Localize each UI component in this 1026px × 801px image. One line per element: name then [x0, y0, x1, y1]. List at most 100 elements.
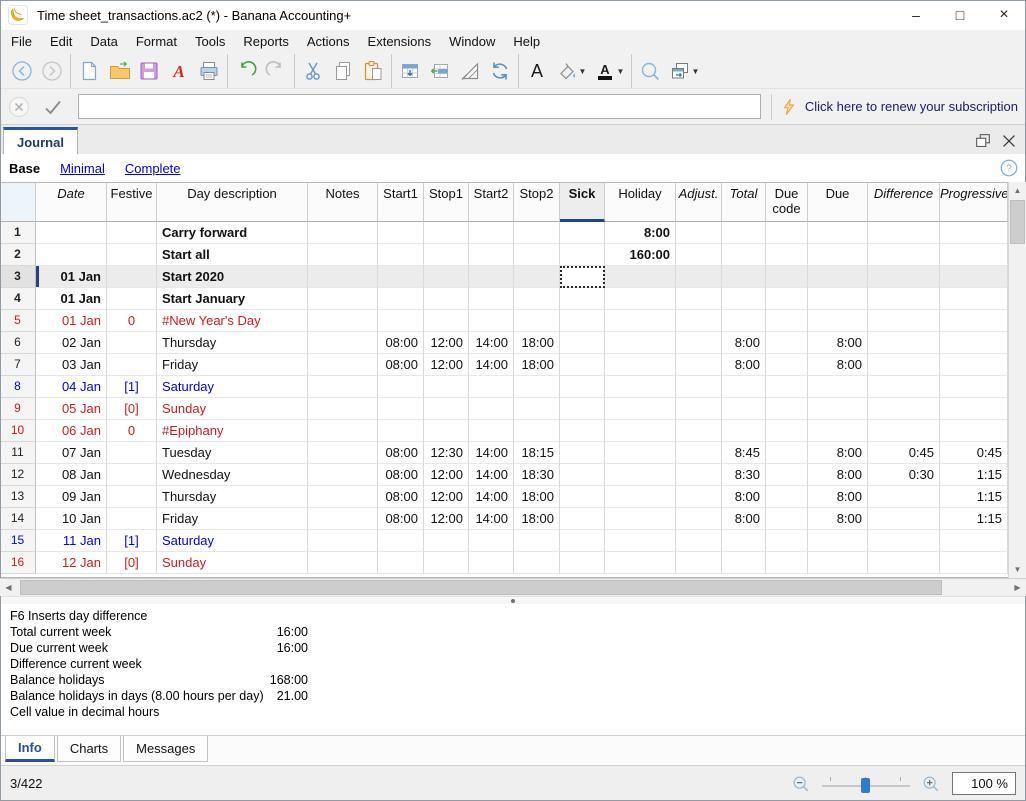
col-header-progressive[interactable]: Progressive [940, 183, 1008, 222]
cell-notes[interactable] [308, 266, 378, 288]
cell-desc[interactable]: #Epiphany [157, 420, 308, 442]
cell-sick[interactable] [560, 376, 605, 398]
cell-due[interactable] [808, 552, 868, 574]
cell-progressive[interactable]: 1:15 [940, 486, 1008, 508]
cell-desc[interactable]: Tuesday [157, 442, 308, 464]
minimize-button[interactable]: – [894, 0, 938, 30]
cell-due_code[interactable] [766, 552, 808, 574]
cell-desc[interactable]: Start 2020 [157, 266, 308, 288]
cell-date[interactable]: 08 Jan [36, 464, 107, 486]
cell-date[interactable]: 07 Jan [36, 442, 107, 464]
view-link-minimal[interactable]: Minimal [60, 161, 105, 176]
cell-progressive[interactable] [940, 266, 1008, 288]
cell-sick[interactable] [560, 288, 605, 310]
cell-due[interactable] [808, 310, 868, 332]
menu-reports[interactable]: Reports [234, 30, 298, 54]
cell-sick[interactable] [560, 222, 605, 244]
cell-total[interactable]: 8:00 [722, 486, 766, 508]
cell-adjust[interactable] [676, 508, 722, 530]
cell-progressive[interactable]: 1:15 [940, 464, 1008, 486]
cell-notes[interactable] [308, 376, 378, 398]
cell-start1[interactable] [378, 244, 424, 266]
undo-button[interactable] [231, 57, 261, 85]
cell-progressive[interactable] [940, 552, 1008, 574]
cell-stop2[interactable] [514, 244, 560, 266]
row-number[interactable]: 16 [0, 552, 36, 574]
cell-festive[interactable] [107, 486, 157, 508]
cell-start2[interactable] [469, 530, 514, 552]
cell-total[interactable]: 8:00 [722, 354, 766, 376]
scroll-up-arrow[interactable]: ▲ [1009, 182, 1026, 199]
cell-start1[interactable] [378, 398, 424, 420]
horizontal-scrollbar[interactable]: ◀ ▶ [0, 578, 1026, 596]
cell-start1[interactable]: 08:00 [378, 464, 424, 486]
cell-date[interactable]: 06 Jan [36, 420, 107, 442]
cell-total[interactable]: 8:45 [722, 442, 766, 464]
tab-messages[interactable]: Messages [123, 736, 209, 762]
cell-start2[interactable] [469, 376, 514, 398]
cell-stop2[interactable]: 18:00 [514, 508, 560, 530]
tab-info[interactable]: Info [5, 736, 55, 762]
cell-start2[interactable] [469, 420, 514, 442]
recalculate-button[interactable] [485, 57, 515, 85]
scroll-left-arrow[interactable]: ◀ [0, 579, 17, 596]
cell-stop1[interactable] [424, 288, 469, 310]
cell-due[interactable] [808, 420, 868, 442]
vertical-scroll-thumb[interactable] [1010, 200, 1025, 244]
paste-button[interactable] [358, 57, 388, 85]
cell-stop2[interactable] [514, 530, 560, 552]
new-file-button[interactable] [74, 57, 104, 85]
cell-total[interactable] [722, 222, 766, 244]
corner-header[interactable] [0, 183, 36, 222]
cell-date[interactable]: 12 Jan [36, 552, 107, 574]
cell-notes[interactable] [308, 508, 378, 530]
row-number[interactable]: 1 [0, 222, 36, 244]
cell-due_code[interactable] [766, 310, 808, 332]
cell-start2[interactable] [469, 552, 514, 574]
row-number[interactable]: 15 [0, 530, 36, 552]
cell-stop1[interactable] [424, 266, 469, 288]
cell-festive[interactable] [107, 508, 157, 530]
cell-due[interactable] [808, 376, 868, 398]
open-file-button[interactable] [104, 57, 134, 85]
help-button[interactable]: ? [996, 155, 1022, 181]
col-header-desc[interactable]: Day description [157, 183, 308, 222]
cell-due_code[interactable] [766, 244, 808, 266]
cell-start1[interactable] [378, 420, 424, 442]
formula-input[interactable] [78, 94, 761, 119]
menu-window[interactable]: Window [440, 30, 504, 54]
cell-due_code[interactable] [766, 508, 808, 530]
cell-adjust[interactable] [676, 552, 722, 574]
cell-festive[interactable] [107, 266, 157, 288]
cell-adjust[interactable] [676, 486, 722, 508]
cell-start1[interactable] [378, 310, 424, 332]
cell-due[interactable]: 8:00 [808, 508, 868, 530]
accept-edit-button[interactable] [38, 93, 68, 121]
row-number[interactable]: 14 [0, 508, 36, 530]
cell-notes[interactable] [308, 244, 378, 266]
row-number[interactable]: 3 [0, 266, 36, 288]
cell-difference[interactable] [868, 530, 940, 552]
cell-due[interactable]: 8:00 [808, 442, 868, 464]
cell-festive[interactable] [107, 222, 157, 244]
cell-due[interactable] [808, 530, 868, 552]
zoom-level[interactable]: 100 % [952, 772, 1016, 795]
cell-due[interactable] [808, 244, 868, 266]
row-number[interactable]: 13 [0, 486, 36, 508]
pane-splitter[interactable] [0, 596, 1026, 604]
cell-difference[interactable] [868, 288, 940, 310]
tab-journal[interactable]: Journal [3, 127, 78, 154]
cell-sick[interactable] [560, 442, 605, 464]
cell-start2[interactable] [469, 222, 514, 244]
cell-stop2[interactable] [514, 288, 560, 310]
cell-total[interactable] [722, 420, 766, 442]
cell-sick[interactable] [560, 486, 605, 508]
col-header-stop2[interactable]: Stop2 [514, 183, 560, 222]
cell-date[interactable]: 11 Jan [36, 530, 107, 552]
search-button[interactable] [635, 57, 665, 85]
cell-notes[interactable] [308, 442, 378, 464]
cell-sick[interactable] [560, 354, 605, 376]
cell-stop2[interactable] [514, 376, 560, 398]
cell-difference[interactable] [868, 486, 940, 508]
cell-holiday[interactable] [605, 376, 676, 398]
